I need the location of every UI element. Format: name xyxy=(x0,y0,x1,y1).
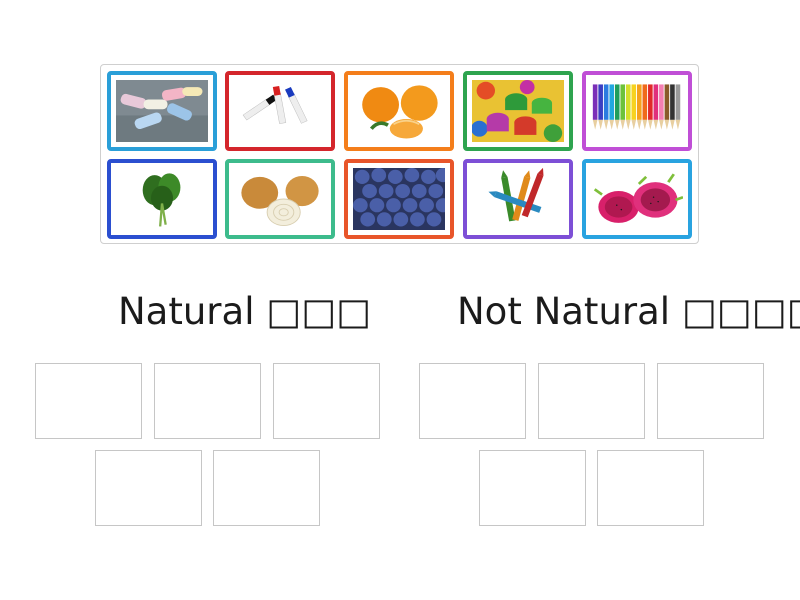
blueberries-image xyxy=(353,168,445,230)
not-natural-drop-slot[interactable] xyxy=(419,363,526,439)
natural-drop-slot[interactable] xyxy=(213,450,320,526)
natural-group-title: Natural □□□ xyxy=(118,290,372,333)
blueberries-card[interactable] xyxy=(344,159,454,239)
crayons-image xyxy=(472,168,564,230)
whiteboard-markers-image xyxy=(234,80,326,142)
natural-drop-slot[interactable] xyxy=(154,363,261,439)
not-natural-drop-slot[interactable] xyxy=(597,450,704,526)
crayons-card[interactable] xyxy=(463,159,573,239)
chalk-image xyxy=(116,80,208,142)
colored-pencils-card[interactable] xyxy=(582,71,692,151)
dragon-fruit-card[interactable] xyxy=(582,159,692,239)
not-natural-group-title: Not Natural □□□□ xyxy=(457,290,800,333)
markers-card[interactable] xyxy=(225,71,335,151)
tangerines-card[interactable] xyxy=(344,71,454,151)
colored-pencils-image xyxy=(591,80,683,142)
spinach-card[interactable] xyxy=(107,159,217,239)
onions-card[interactable] xyxy=(225,159,335,239)
not-natural-drop-slot[interactable] xyxy=(479,450,586,526)
natural-drop-slot[interactable] xyxy=(273,363,380,439)
dragon-fruit-image xyxy=(591,168,683,230)
chalk-card[interactable] xyxy=(107,71,217,151)
not-natural-drop-slot[interactable] xyxy=(538,363,645,439)
tangerines-image xyxy=(353,80,445,142)
natural-drop-slot[interactable] xyxy=(95,450,202,526)
natural-drop-slot[interactable] xyxy=(35,363,142,439)
paint-cans-card[interactable] xyxy=(463,71,573,151)
not-natural-drop-slot[interactable] xyxy=(657,363,764,439)
onions-image xyxy=(234,168,326,230)
spinach-image xyxy=(116,168,208,230)
paint-cans-image xyxy=(472,80,564,142)
